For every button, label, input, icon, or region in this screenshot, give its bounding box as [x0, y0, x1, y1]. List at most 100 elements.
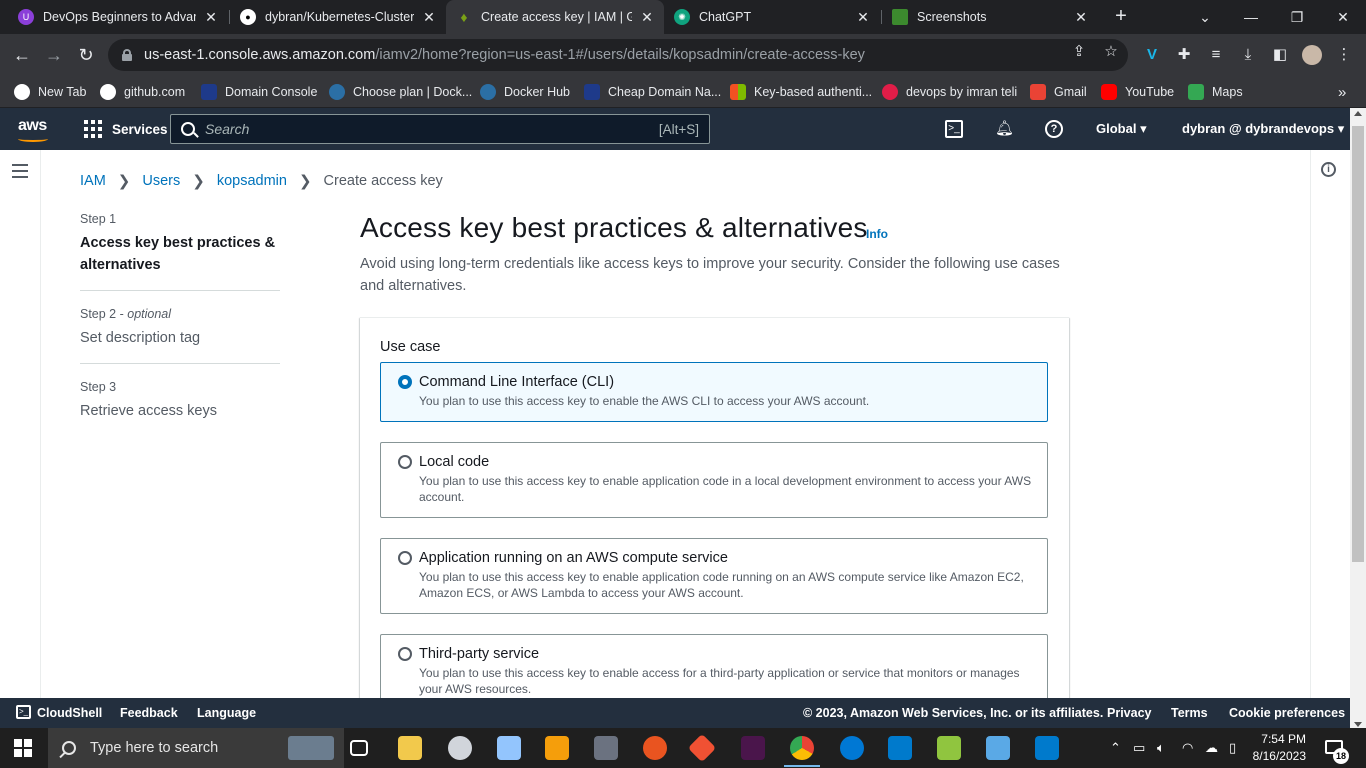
skype-icon[interactable] — [840, 736, 864, 760]
minimize-button[interactable]: — — [1228, 0, 1274, 34]
bookmark-gmail[interactable]: Gmail — [1030, 83, 1087, 101]
cookie-preferences-link[interactable]: Cookie preferences — [1229, 706, 1345, 720]
file-explorer-icon[interactable] — [398, 736, 422, 760]
vscode-icon[interactable] — [1035, 736, 1059, 760]
terms-link[interactable]: Terms — [1171, 706, 1208, 720]
menu-icon[interactable]: ⋮ — [1334, 45, 1354, 65]
reload-button[interactable]: ↻ — [74, 43, 98, 67]
remote-desktop-icon[interactable] — [986, 736, 1010, 760]
share-icon[interactable]: ⇪ — [1070, 42, 1088, 60]
aws-logo[interactable]: aws — [18, 117, 48, 142]
tab-title: DevOps Beginners to Advanc — [43, 10, 196, 24]
windows-start-icon[interactable] — [14, 739, 32, 757]
close-tab-icon[interactable]: ✕ — [1074, 9, 1088, 26]
close-tab-icon[interactable]: ✕ — [640, 9, 654, 26]
ubuntu-icon[interactable] — [643, 736, 667, 760]
git-icon[interactable] — [687, 733, 717, 763]
hamburger-menu-icon[interactable] — [12, 164, 28, 178]
scroll-thumb[interactable] — [1352, 126, 1364, 562]
paint-icon[interactable] — [448, 736, 472, 760]
aws-search-input[interactable]: Search [Alt+S] — [170, 114, 710, 144]
close-window-button[interactable]: ✕ — [1320, 0, 1366, 34]
feedback-link[interactable]: Feedback — [120, 706, 178, 720]
privacy-link[interactable]: Privacy — [1107, 706, 1151, 720]
address-bar[interactable]: us-east-1.console.aws.amazon.com/iamv2/h… — [108, 39, 1128, 71]
radio-button[interactable] — [398, 455, 412, 469]
breadcrumb-kopsadmin[interactable]: kopsadmin — [217, 173, 287, 189]
bookmark-new-tab[interactable]: New Tab — [14, 83, 86, 101]
scroll-down-icon[interactable] — [1354, 722, 1362, 727]
media-player-icon[interactable] — [545, 736, 569, 760]
restore-button[interactable]: ❐ — [1274, 0, 1320, 34]
browser-tab-devops[interactable]: U DevOps Beginners to Advanc ✕ — [8, 0, 228, 34]
vimeo-extension-icon[interactable]: V — [1142, 45, 1162, 65]
tray-overflow-icon[interactable]: ⌃ — [1110, 740, 1121, 756]
bookmark-devops-imran[interactable]: devops by imran teli — [882, 83, 1017, 101]
region-selector[interactable]: Global ▾ — [1096, 121, 1147, 137]
bookmark-key-auth[interactable]: Key-based authenti... — [730, 83, 872, 101]
task-view-icon[interactable] — [350, 740, 368, 756]
vscode-icon[interactable] — [888, 736, 912, 760]
photos-icon[interactable] — [594, 736, 618, 760]
browser-tab-chatgpt[interactable]: ✺ ChatGPT ✕ — [664, 0, 880, 34]
new-tab-button[interactable]: + — [1110, 5, 1132, 27]
cloudshell-icon[interactable]: >_ — [16, 705, 31, 719]
radio-button-selected[interactable] — [398, 375, 412, 389]
url-host: us-east-1.console.aws.amazon.com — [144, 47, 376, 63]
extensions-icon[interactable]: ✚ — [1174, 45, 1194, 65]
browser-tab-strip: U DevOps Beginners to Advanc ✕ ● dybran/… — [0, 0, 1366, 34]
breadcrumb-iam[interactable]: IAM — [80, 173, 106, 189]
slack-icon[interactable] — [741, 736, 765, 760]
account-menu[interactable]: dybran @ dybrandevops ▾ — [1182, 121, 1344, 137]
step-optional-tag: optional — [127, 307, 172, 321]
cloudshell-link[interactable]: CloudShell — [37, 706, 102, 720]
tab-search-icon[interactable]: ⌄ — [1182, 0, 1228, 34]
bookmark-cheap-domain[interactable]: Cheap Domain Na... — [584, 83, 721, 101]
option-aws-compute[interactable]: Application running on an AWS compute se… — [380, 538, 1048, 614]
close-tab-icon[interactable]: ✕ — [204, 9, 218, 26]
close-tab-icon[interactable]: ✕ — [422, 9, 436, 26]
notifications-bell-icon[interactable]: 🔔︎ — [995, 120, 1014, 138]
volume-icon[interactable]: 🔈︎ — [1157, 740, 1165, 756]
profile-avatar[interactable] — [1302, 45, 1322, 65]
phone-link-icon[interactable]: ▯ — [1229, 740, 1236, 756]
page-scrollbar[interactable] — [1350, 108, 1366, 730]
option-cli[interactable]: Command Line Interface (CLI) You plan to… — [380, 362, 1048, 422]
snipping-tool-icon[interactable] — [497, 736, 521, 760]
cloudshell-icon[interactable]: >_ — [945, 120, 963, 138]
bookmark-star-icon[interactable]: ☆ — [1102, 42, 1120, 60]
browser-tab-iam[interactable]: ♦ Create access key | IAM | Glo ✕ — [446, 0, 664, 34]
bookmark-youtube[interactable]: YouTube — [1101, 83, 1174, 101]
bookmark-domain-console[interactable]: Domain Console — [201, 83, 317, 101]
notepadpp-icon[interactable] — [937, 736, 961, 760]
download-icon[interactable]: ⤓ — [1238, 45, 1258, 65]
bookmark-docker-plan[interactable]: Choose plan | Dock... — [329, 83, 472, 101]
taskbar-clock[interactable]: 7:54 PM 8/16/2023 — [1240, 731, 1306, 765]
language-link[interactable]: Language — [197, 706, 256, 720]
breadcrumb-users[interactable]: Users — [142, 173, 180, 189]
info-link[interactable]: Info — [866, 227, 888, 241]
radio-button[interactable] — [398, 551, 412, 565]
bookmark-maps[interactable]: Maps — [1188, 83, 1243, 101]
radio-button[interactable] — [398, 647, 412, 661]
close-tab-icon[interactable]: ✕ — [856, 9, 870, 26]
bookmark-docker-hub[interactable]: Docker Hub — [480, 83, 570, 101]
chrome-icon[interactable] — [790, 736, 814, 760]
info-panel-icon[interactable]: i — [1321, 162, 1336, 177]
back-button[interactable]: ← — [10, 43, 34, 67]
help-icon[interactable]: ? — [1045, 120, 1063, 138]
onedrive-icon[interactable]: ☁︎ — [1205, 740, 1218, 756]
bookmarks-overflow-icon[interactable]: » — [1338, 83, 1346, 101]
taskbar-search-input[interactable]: Type here to search — [48, 728, 344, 768]
forward-button[interactable]: → — [42, 43, 66, 67]
media-control-icon[interactable]: ≡ — [1206, 45, 1226, 65]
scroll-up-icon[interactable] — [1354, 111, 1362, 116]
browser-tab-screenshots[interactable]: Screenshots ✕ — [882, 0, 1098, 34]
battery-icon[interactable]: ▭ — [1133, 740, 1145, 756]
bookmark-github[interactable]: github.com — [100, 83, 185, 101]
side-panel-icon[interactable]: ◧ — [1270, 45, 1290, 65]
browser-tab-github[interactable]: ● dybran/Kubernetes-Cluster-S ✕ — [230, 0, 446, 34]
option-local-code[interactable]: Local code You plan to use this access k… — [380, 442, 1048, 518]
services-menu-button[interactable]: Services — [84, 120, 168, 138]
wifi-icon[interactable]: ◠ — [1182, 740, 1193, 756]
